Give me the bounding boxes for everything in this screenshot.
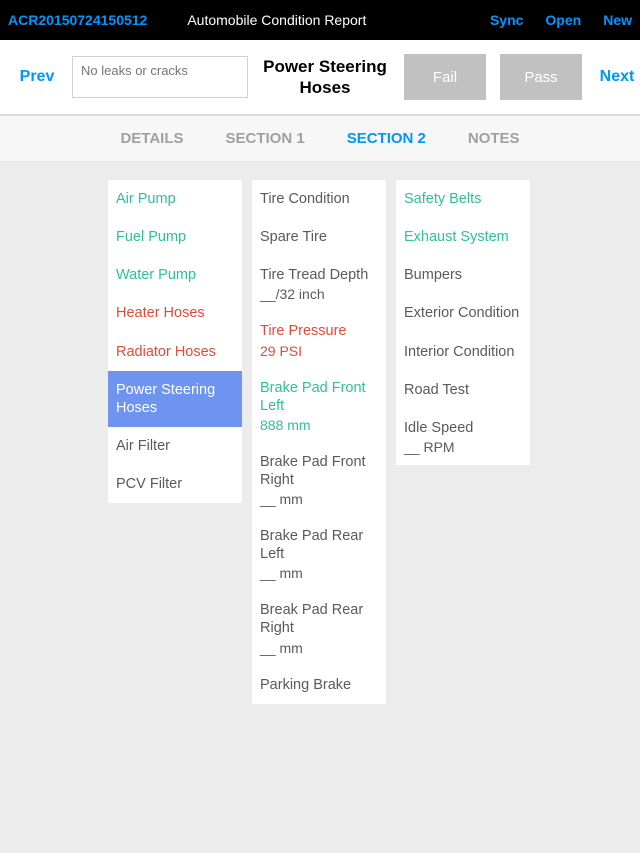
tab-notes[interactable]: NOTES: [468, 130, 520, 147]
list-item-sub: __/32 inch: [252, 286, 386, 312]
fail-button[interactable]: Fail: [404, 54, 486, 100]
pass-button[interactable]: Pass: [500, 54, 582, 100]
list-item[interactable]: Spare Tire: [252, 218, 386, 256]
list-item-sub: __ mm: [252, 565, 386, 591]
list-item[interactable]: Brake Pad Rear Left: [252, 517, 386, 565]
list-item[interactable]: Bumpers: [396, 256, 530, 294]
list-item-sub: __ mm: [252, 640, 386, 666]
tab-section2[interactable]: SECTION 2: [347, 130, 426, 147]
list-item[interactable]: Tire Tread Depth: [252, 256, 386, 286]
list-item[interactable]: Brake Pad Front Left: [252, 369, 386, 417]
list-item[interactable]: Exterior Condition: [396, 294, 530, 332]
notes-input[interactable]: [81, 63, 239, 78]
column-1: Air PumpFuel PumpWater PumpHeater HosesR…: [108, 180, 242, 503]
list-item[interactable]: Tire Condition: [252, 180, 386, 218]
column-2: Tire ConditionSpare TireTire Tread Depth…: [252, 180, 386, 704]
list-item-sub: __ RPM: [396, 439, 530, 465]
open-link[interactable]: Open: [545, 12, 581, 28]
list-item-sub: 29 PSI: [252, 343, 386, 369]
list-item[interactable]: PCV Filter: [108, 465, 242, 503]
next-button[interactable]: Next: [594, 68, 640, 86]
columns: Air PumpFuel PumpWater PumpHeater HosesR…: [0, 162, 640, 704]
prev-button[interactable]: Prev: [14, 68, 60, 86]
list-item[interactable]: Tire Pressure: [252, 312, 386, 342]
tab-bar: DETAILS SECTION 1 SECTION 2 NOTES: [0, 116, 640, 162]
page-title: Automobile Condition Report: [187, 12, 366, 28]
list-item[interactable]: Radiator Hoses: [108, 333, 242, 371]
list-item[interactable]: Heater Hoses: [108, 294, 242, 332]
new-link[interactable]: New: [603, 12, 632, 28]
list-item[interactable]: Idle Speed: [396, 409, 530, 439]
list-item[interactable]: Fuel Pump: [108, 218, 242, 256]
list-item[interactable]: Road Test: [396, 371, 530, 409]
tab-details[interactable]: DETAILS: [120, 130, 183, 147]
current-item-title: Power Steering Hoses: [260, 56, 390, 99]
list-item-sub: 888 mm: [252, 417, 386, 443]
list-item-sub: __ mm: [252, 491, 386, 517]
list-item[interactable]: Break Pad Rear Right: [252, 591, 386, 639]
report-id: ACR20150724150512: [8, 12, 147, 28]
column-3: Safety BeltsExhaust SystemBumpersExterio…: [396, 180, 530, 465]
top-bar: ACR20150724150512 Automobile Condition R…: [0, 0, 640, 40]
list-item[interactable]: Parking Brake: [252, 666, 386, 704]
list-item[interactable]: Exhaust System: [396, 218, 530, 256]
list-item[interactable]: Safety Belts: [396, 180, 530, 218]
list-item[interactable]: Air Pump: [108, 180, 242, 218]
list-item[interactable]: Air Filter: [108, 427, 242, 465]
list-item[interactable]: Water Pump: [108, 256, 242, 294]
list-item[interactable]: Interior Condition: [396, 333, 530, 371]
item-header: Prev Power Steering Hoses Fail Pass Next: [0, 40, 640, 116]
notes-input-box[interactable]: [72, 56, 248, 98]
list-item[interactable]: Power Steering Hoses: [108, 371, 242, 427]
sync-link[interactable]: Sync: [490, 12, 523, 28]
tab-section1[interactable]: SECTION 1: [226, 130, 305, 147]
list-item[interactable]: Brake Pad Front Right: [252, 443, 386, 491]
